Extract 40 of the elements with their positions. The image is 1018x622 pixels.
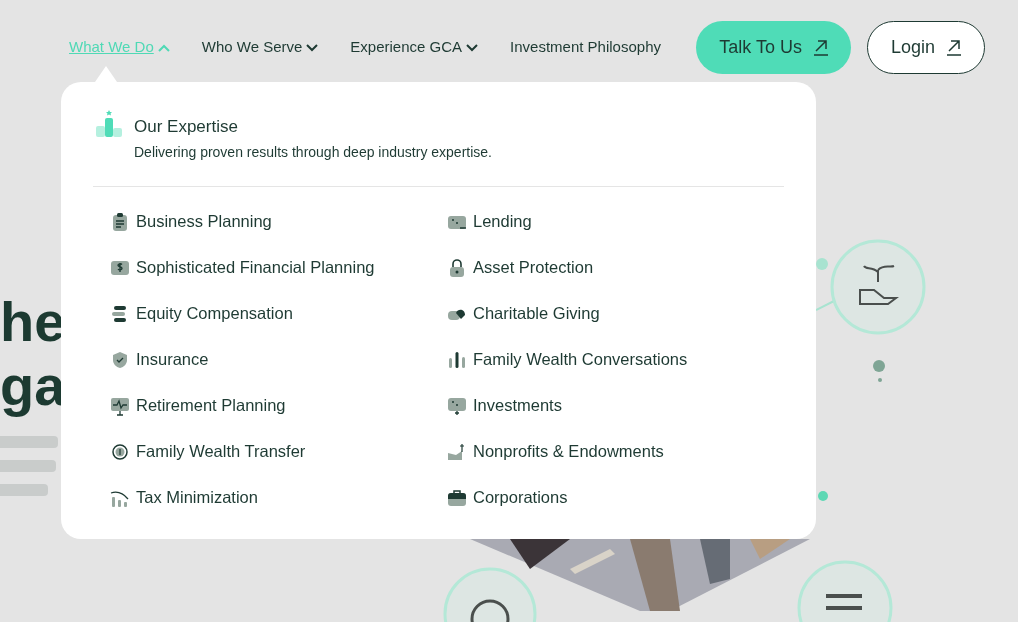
- chevron-icon: [466, 43, 479, 52]
- nav-link[interactable]: Investment Philosophy: [510, 36, 661, 59]
- login-button[interactable]: Login: [866, 21, 985, 74]
- clipboard-icon: [110, 211, 130, 232]
- podium-icon: [96, 108, 122, 138]
- menu-item[interactable]: Equity Compensation: [110, 290, 447, 337]
- monitor-icon: [110, 395, 130, 416]
- bars-icon: [447, 349, 467, 370]
- menu-item[interactable]: Business Planning: [110, 198, 447, 245]
- menu-item[interactable]: Nonprofits & Endowments: [447, 428, 784, 475]
- menu-title: Our Expertise: [134, 116, 239, 138]
- nav-link[interactable]: Who We Serve: [201, 36, 319, 59]
- menu-item[interactable]: Charitable Giving: [447, 290, 784, 337]
- lock-icon: [447, 257, 467, 278]
- chevron-icon: [157, 43, 170, 52]
- menu-item[interactable]: Investments: [447, 382, 784, 429]
- menu-item[interactable]: Retirement Planning: [110, 382, 447, 429]
- text-placeholder-bar: [0, 436, 58, 448]
- menu-subtitle: Delivering proven results through deep industry expertise.: [134, 142, 492, 162]
- menu-item[interactable]: Family Wealth Conversations: [447, 336, 784, 383]
- cycle-icon: [110, 441, 130, 462]
- hero-heading: ga: [0, 354, 66, 418]
- arrow-icon: [813, 39, 828, 56]
- menu-item[interactable]: Corporations: [447, 474, 784, 521]
- monitor-icon: [447, 395, 467, 416]
- menu-item[interactable]: Sophisticated Financial Planning: [110, 244, 447, 291]
- talk-button[interactable]: Talk To Us: [696, 21, 851, 74]
- menu-item[interactable]: Asset Protection: [447, 244, 784, 291]
- hero-heading: he: [0, 290, 66, 354]
- menu-item[interactable]: Family Wealth Transfer: [110, 428, 447, 475]
- menu-item[interactable]: Insurance: [110, 336, 447, 383]
- shield-icon: [110, 349, 130, 370]
- menu-item[interactable]: Tax Minimization: [110, 474, 447, 521]
- briefcase-icon: [447, 487, 467, 508]
- arrow-icon: [947, 39, 961, 56]
- nav-link[interactable]: Experience GCA: [350, 36, 479, 59]
- text-placeholder-bar: [0, 484, 48, 496]
- text-placeholder-bar: [0, 460, 56, 472]
- chevron-icon: [306, 43, 319, 52]
- menu-item[interactable]: Lending: [447, 198, 784, 245]
